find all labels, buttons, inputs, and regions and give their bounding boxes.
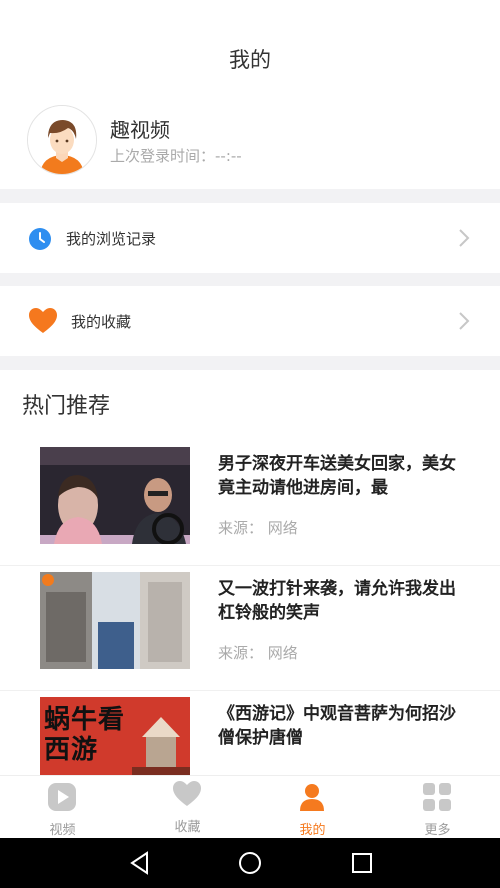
- tab-label: 收藏: [174, 820, 201, 835]
- heart-icon: [28, 307, 58, 335]
- news-item[interactable]: 又一波打针来袭，请允许我发出杠铃般的笑声 来源： 网络: [0, 565, 500, 691]
- news-headline[interactable]: 男子深夜开车送美女回家，美女竟主动请他进房间，最: [218, 452, 468, 500]
- recent-apps-icon[interactable]: [349, 850, 375, 876]
- menu-item-favorites[interactable]: 我的收藏: [0, 286, 500, 356]
- news-headline[interactable]: 《西游记》中观音菩萨为何招沙僧保护唐僧: [218, 702, 468, 750]
- news-headline[interactable]: 又一波打针来袭，请允许我发出杠铃般的笑声: [218, 577, 468, 625]
- thumbnail-caption: 蜗牛看西游: [44, 705, 126, 765]
- page-title: 我的: [229, 48, 271, 72]
- video-thumbnail[interactable]: [40, 572, 190, 669]
- last-login-time: 上次登录时间：--:--: [110, 147, 242, 165]
- tab-label: 视频: [49, 823, 76, 838]
- tab-label: 更多: [424, 823, 451, 838]
- tab-label: 我的: [299, 823, 326, 838]
- video-thumbnail[interactable]: 蜗牛看西游: [40, 697, 190, 775]
- chevron-right-icon: [458, 311, 470, 331]
- system-nav-bar: [0, 838, 500, 888]
- heart-icon: [172, 780, 202, 810]
- news-item[interactable]: 男子深夜开车送美女回家，美女竟主动请他进房间，最 来源： 网络: [0, 440, 500, 566]
- chevron-right-icon: [458, 228, 470, 248]
- menu-item-label: 我的收藏: [71, 313, 132, 331]
- back-icon[interactable]: [127, 850, 153, 876]
- profile-card[interactable]: 趣视频 上次登录时间：--:--: [0, 95, 500, 189]
- section-title: 热门推荐: [22, 394, 111, 419]
- clock-icon: [27, 226, 53, 252]
- menu-item-label: 我的浏览记录: [66, 230, 157, 248]
- header-bar: 我的: [0, 0, 500, 95]
- home-icon[interactable]: [237, 850, 263, 876]
- tab-more[interactable]: 更多: [375, 776, 500, 839]
- person-icon: [297, 782, 327, 812]
- bottom-tab-bar: 视频 收藏 我的 更多: [0, 775, 500, 839]
- user-avatar-icon[interactable]: [27, 105, 97, 175]
- hot-recommendations: 热门推荐 男子深夜开车送美女回家，美女竟主动请他进房间，最 来源： 网络 又一波…: [0, 370, 500, 775]
- news-source: 来源： 网络: [218, 644, 298, 662]
- tab-mine[interactable]: 我的: [250, 776, 375, 839]
- menu-item-browse-history[interactable]: 我的浏览记录: [0, 203, 500, 273]
- video-thumbnail[interactable]: [40, 447, 190, 544]
- news-item[interactable]: 蜗牛看西游 《西游记》中观音菩萨为何招沙僧保护唐僧: [0, 690, 500, 775]
- play-icon: [47, 782, 77, 812]
- tab-favorites[interactable]: 收藏: [125, 776, 250, 839]
- user-name: 趣视频: [110, 118, 170, 142]
- grid-icon: [422, 782, 452, 812]
- tab-video[interactable]: 视频: [0, 776, 125, 839]
- news-source: 来源： 网络: [218, 519, 298, 537]
